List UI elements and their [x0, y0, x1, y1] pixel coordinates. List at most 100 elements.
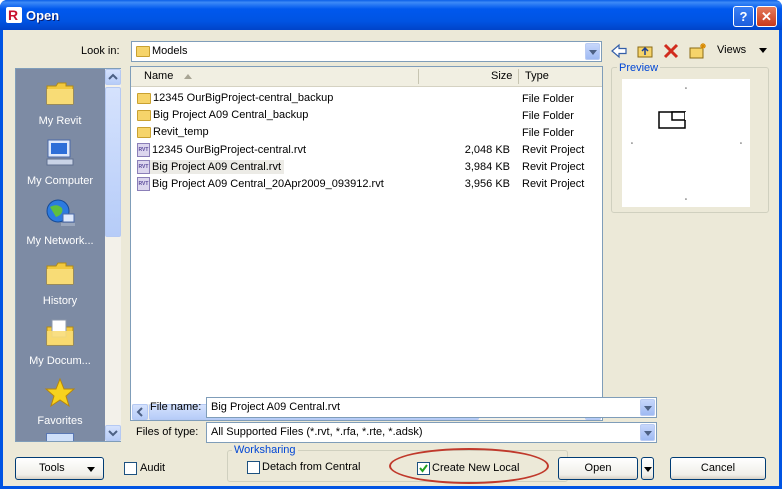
- file-type: Revit Project: [522, 144, 585, 156]
- files-of-type-label: Files of type:: [136, 426, 199, 438]
- rvt-file-icon: RVT: [137, 160, 150, 174]
- place-label: My Network...: [26, 235, 94, 247]
- sort-ascending-icon: [184, 73, 193, 79]
- svg-text:▫: ▫: [685, 86, 687, 92]
- chevron-down-icon[interactable]: [640, 399, 655, 416]
- place-partial: [16, 433, 104, 441]
- detach-from-central-label: Detach from Central: [262, 461, 361, 473]
- column-header-type[interactable]: Type: [525, 70, 549, 82]
- audit-label: Audit: [140, 462, 166, 474]
- chevron-down-icon: [87, 467, 95, 472]
- create-new-local-label: Create New Local: [432, 462, 520, 474]
- audit-checkbox[interactable]: [124, 462, 137, 475]
- files-of-type-value: All Supported Files (*.rvt, *.rfa, *.rte…: [211, 426, 423, 438]
- open-button[interactable]: Open: [558, 457, 638, 480]
- preview-image: ▫ ▫ ▫ ▫: [622, 79, 750, 207]
- place-my-documents[interactable]: My Docum...: [16, 317, 104, 367]
- file-row[interactable]: Revit_temp File Folder: [135, 125, 595, 142]
- window-title: Open: [26, 8, 60, 23]
- svg-text:▫: ▫: [685, 197, 687, 203]
- folder-icon: [137, 92, 151, 104]
- file-size: 3,984 KB: [464, 161, 510, 173]
- detach-from-central-checkbox[interactable]: [247, 461, 260, 474]
- views-button[interactable]: Views: [717, 44, 768, 56]
- file-type: Revit Project: [522, 178, 585, 190]
- chevron-down-icon: [759, 47, 768, 53]
- new-folder-icon[interactable]: [688, 42, 708, 60]
- folder-icon: [136, 46, 150, 57]
- scroll-left-button[interactable]: [132, 404, 148, 420]
- up-folder-icon[interactable]: [636, 42, 654, 60]
- file-row-selected[interactable]: RVT Big Project A09 Central.rvt 3,984 KB …: [135, 159, 595, 176]
- places-scrollbar[interactable]: [105, 69, 121, 441]
- place-favorites[interactable]: Favorites: [16, 377, 104, 427]
- file-row[interactable]: 12345 OurBigProject-central_backup File …: [135, 91, 595, 108]
- open-options-button[interactable]: [641, 457, 654, 480]
- file-name: 12345 OurBigProject-central_backup: [153, 92, 334, 104]
- place-label: My Docum...: [29, 355, 91, 367]
- title-bar[interactable]: R Open ? ✕: [0, 0, 782, 30]
- file-row[interactable]: RVT Big Project A09 Central_20Apr2009_093…: [135, 176, 595, 193]
- close-button[interactable]: ✕: [756, 6, 777, 27]
- folder-icon: [44, 257, 76, 289]
- svg-text:▫: ▫: [740, 141, 742, 147]
- create-new-local-checkbox[interactable]: [417, 462, 430, 475]
- look-in-value: Models: [152, 45, 188, 57]
- file-type: Revit Project: [522, 161, 585, 173]
- place-my-computer[interactable]: My Computer: [16, 137, 104, 187]
- column-header-size[interactable]: Size: [491, 70, 512, 82]
- places-bar: My Revit My Computer My Network... Histo…: [15, 68, 121, 442]
- file-name-label: File name:: [150, 401, 202, 413]
- file-name-input[interactable]: Big Project A09 Central.rvt: [206, 397, 657, 418]
- scroll-down-button[interactable]: [105, 425, 121, 441]
- look-in-combo[interactable]: Models: [131, 41, 602, 62]
- preview-label: Preview: [617, 62, 661, 74]
- file-size: 2,048 KB: [464, 144, 510, 156]
- svg-text:▫: ▫: [631, 141, 633, 147]
- column-divider[interactable]: [518, 69, 519, 84]
- delete-icon[interactable]: [662, 42, 680, 60]
- scroll-thumb[interactable]: [105, 87, 121, 237]
- chevron-down-icon[interactable]: [640, 424, 655, 441]
- place-my-revit[interactable]: My Revit: [16, 77, 104, 127]
- checkmark-icon: [419, 464, 428, 473]
- folder-icon: [137, 126, 151, 138]
- help-button[interactable]: ?: [733, 6, 754, 27]
- folder-icon: [44, 77, 76, 109]
- star-icon: [44, 377, 76, 409]
- file-name: Big Project A09 Central_20Apr2009_093912…: [152, 177, 384, 190]
- network-icon: [44, 197, 76, 229]
- tools-button[interactable]: Tools: [15, 457, 104, 480]
- column-divider[interactable]: [418, 69, 419, 84]
- place-label: My Computer: [26, 175, 94, 187]
- scroll-up-button[interactable]: [105, 69, 121, 85]
- file-name: Revit_temp: [153, 126, 209, 138]
- file-row[interactable]: Big Project A09 Central_backup File Fold…: [135, 108, 595, 125]
- rvt-file-icon: RVT: [137, 177, 150, 191]
- rvt-file-icon: RVT: [137, 143, 150, 157]
- chevron-down-icon[interactable]: [585, 43, 600, 60]
- file-name: Big Project A09 Central.rvt: [152, 160, 282, 173]
- place-label: My Revit: [38, 115, 82, 127]
- place-label: Favorites: [37, 415, 83, 427]
- dialog-body: Look in: Models Views My Revit My Comput…: [3, 30, 779, 486]
- file-type: File Folder: [522, 127, 574, 139]
- file-size: 3,956 KB: [464, 178, 510, 190]
- documents-icon: [44, 317, 76, 349]
- column-header-name[interactable]: Name: [144, 70, 193, 82]
- tools-label: Tools: [39, 462, 65, 474]
- place-label: History: [42, 295, 78, 307]
- file-type: File Folder: [522, 93, 574, 105]
- look-in-label: Look in:: [81, 45, 120, 57]
- open-dialog: R Open ? ✕ Look in: Models Views My Revi…: [0, 0, 782, 489]
- place-history[interactable]: History: [16, 257, 104, 307]
- file-type: File Folder: [522, 110, 574, 122]
- computer-icon: [44, 137, 76, 169]
- place-my-network[interactable]: My Network...: [16, 197, 104, 247]
- back-arrow-icon[interactable]: [610, 42, 628, 60]
- worksharing-label: Worksharing: [232, 444, 298, 456]
- cancel-button[interactable]: Cancel: [670, 457, 766, 480]
- file-list[interactable]: Name Size Type 12345 OurBigProject-centr…: [130, 66, 603, 421]
- file-row[interactable]: RVT 12345 OurBigProject-central.rvt 2,048…: [135, 142, 595, 159]
- files-of-type-select[interactable]: All Supported Files (*.rvt, *.rfa, *.rte…: [206, 422, 657, 443]
